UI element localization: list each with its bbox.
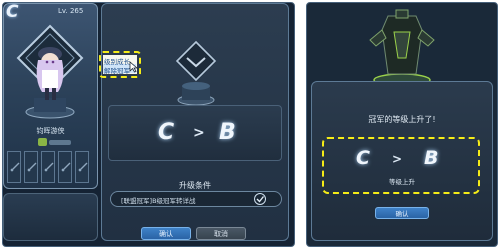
card-level: Lv. 265 (58, 7, 84, 15)
blade-icon (44, 162, 54, 172)
from-grade: C (158, 120, 175, 145)
result-arrow: > (392, 152, 403, 166)
result-to-grade: B (424, 147, 439, 169)
result-from-grade: C (356, 147, 370, 169)
skill-slot-2[interactable] (24, 151, 38, 183)
blade-icon (78, 162, 88, 172)
skill-slot-5[interactable] (75, 151, 89, 183)
skill-slot-1[interactable] (7, 151, 21, 183)
condition-text: [联盟冠军]B级冠军转详战 (121, 197, 196, 205)
champion-armor-icon (369, 9, 435, 87)
blurred-info (49, 140, 71, 145)
grade-pedestal-icon (175, 40, 217, 106)
blade-icon (10, 162, 20, 172)
skill-slot-4[interactable] (58, 151, 72, 183)
confirm-button[interactable]: 确认 (141, 227, 191, 240)
blade-icon (27, 162, 37, 172)
cursor-icon (129, 61, 138, 73)
conditions-title: 升级条件 (179, 181, 211, 190)
champion-name: 钧晖游侠 (36, 127, 65, 135)
result-subtitle: 等级上升 (389, 178, 415, 186)
skill-slot-3[interactable] (41, 151, 55, 183)
card-grade-letter: C (6, 2, 19, 22)
seal-icon (38, 138, 47, 146)
menu-item-release[interactable]: 解除冠军 (104, 65, 130, 75)
result-title: 冠军的等级上升了! (368, 115, 436, 124)
card-lower-panel (3, 193, 98, 241)
check-icon (254, 193, 266, 205)
champion-character-icon (36, 47, 64, 100)
result-confirm-button[interactable]: 确认 (375, 207, 429, 219)
grade-arrow: > (193, 125, 205, 141)
cancel-button[interactable]: 取消 (196, 227, 246, 240)
blade-icon (61, 162, 71, 172)
to-grade: B (219, 120, 236, 145)
